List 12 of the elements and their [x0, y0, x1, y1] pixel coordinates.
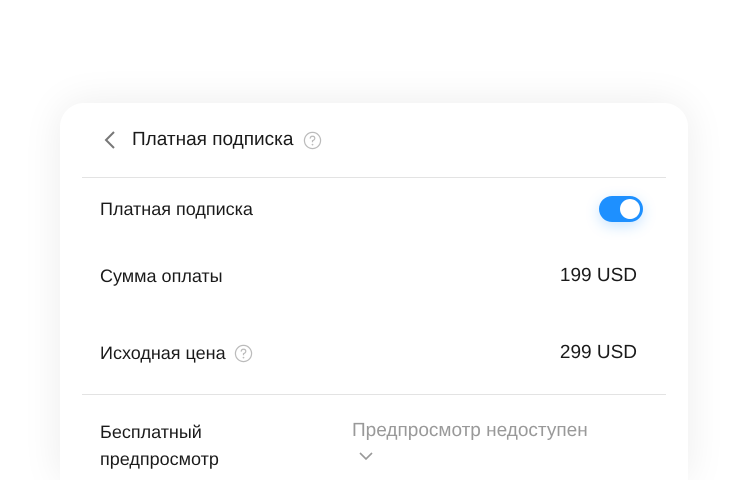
toggle-switch[interactable]: [599, 196, 643, 222]
field-label: Сумма оплаты: [100, 264, 223, 288]
chevron-down-icon: [358, 451, 374, 461]
field-label: Платная подписка: [100, 198, 253, 221]
field-value: 299 USD: [560, 340, 637, 365]
preview-dropdown[interactable]: Предпросмотр недоступен: [352, 419, 588, 473]
help-icon[interactable]: [303, 130, 322, 150]
field-value: 199 USD: [560, 264, 637, 288]
field-label: Исходная цена: [100, 342, 226, 365]
help-icon[interactable]: [234, 344, 253, 362]
page-title: Платная подписка: [132, 128, 294, 152]
field-label: Бесплатный предпросмотр: [100, 421, 220, 471]
